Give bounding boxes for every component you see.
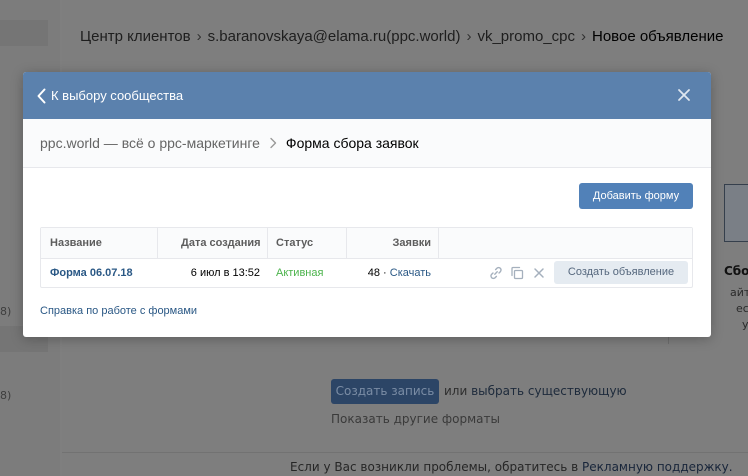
background-format-title: Сбор [724, 264, 748, 278]
column-divider [346, 228, 347, 258]
background-format-text: у [742, 318, 748, 331]
modal-header: К выбору сообщества [23, 72, 711, 119]
column-divider [267, 228, 268, 258]
create-post-button[interactable]: Создать запись [331, 379, 439, 404]
chevron-right-icon: › [581, 28, 586, 45]
form-status: Активная [276, 267, 324, 279]
background-choose-existing: или выбрать существующую [444, 384, 627, 398]
background-divider [62, 452, 748, 453]
background-sidebar-block [0, 20, 48, 46]
breadcrumb-item-account[interactable]: s.baranovskaya@elama.ru(ppc.world) [208, 28, 461, 45]
back-link-label: К выбору сообщества [51, 88, 184, 103]
or-text: или [444, 384, 468, 398]
ad-support-link[interactable]: Рекламную поддержку. [582, 460, 733, 474]
background-format-text: есны в [736, 302, 748, 315]
forms-table: Название Дата создания Статус Заявки Фор… [40, 227, 693, 288]
form-requests-cell: 48 · Скачать [368, 259, 431, 287]
back-to-community-link[interactable]: К выбору сообщества [35, 72, 183, 119]
table-row: Форма 06.07.18 6 июл в 13:52 Активная 48… [41, 259, 692, 287]
link-icon[interactable] [488, 265, 504, 281]
column-header-requests: Заявки [392, 237, 431, 249]
breadcrumb-item-clients[interactable]: Центр клиентов [80, 28, 191, 45]
footer-text: Если у Вас возникли проблемы, обратитесь… [290, 460, 579, 474]
forms-help-link[interactable]: Справка по работе с формами [40, 305, 197, 317]
chevron-left-icon [37, 88, 46, 103]
column-divider [438, 228, 439, 258]
breadcrumb-item-campaign[interactable]: vk_promo_cpc [477, 28, 575, 45]
chevron-right-icon [270, 137, 277, 149]
background-breadcrumb: Центр клиентов › s.baranovskaya@elama.ru(p… [80, 28, 723, 45]
breadcrumb-community[interactable]: ppc.world — всё о ppc-маркетинге [40, 135, 260, 151]
chevron-right-icon: › [466, 28, 472, 45]
chevron-right-icon: › [196, 28, 202, 45]
other-formats-link[interactable]: Показать другие форматы [331, 412, 500, 426]
breadcrumb-current: Новое объявление [592, 28, 724, 45]
column-divider [157, 228, 158, 258]
background-format-thumbnail [724, 184, 748, 242]
create-ad-button[interactable]: Создать объявление [554, 261, 688, 284]
column-header-status: Статус [276, 237, 314, 249]
add-form-button[interactable]: Добавить форму [579, 183, 693, 209]
background-sidebar-count: 8) [0, 389, 12, 402]
separator-dot: · [379, 267, 390, 279]
table-header: Название Дата создания Статус Заявки [41, 228, 692, 259]
choose-existing-link[interactable]: выбрать существующую [471, 384, 627, 398]
modal-breadcrumb: ppc.world — всё о ppc-маркетинге Форма с… [23, 119, 711, 168]
column-header-name: Название [50, 237, 102, 249]
background-sidebar-count: 8) [0, 305, 12, 318]
delete-icon[interactable] [531, 265, 547, 281]
breadcrumb-current-form: Форма сбора заявок [285, 135, 419, 151]
background-format-text: айте ко [730, 286, 748, 299]
lead-forms-modal: К выбору сообщества ppc.world — всё о pp… [23, 72, 711, 337]
copy-icon[interactable] [509, 265, 525, 281]
column-header-created: Дата создания [181, 237, 261, 249]
form-name-link[interactable]: Форма 06.07.18 [50, 259, 133, 287]
background-footer: Если у Вас возникли проблемы, обратитесь… [290, 460, 733, 474]
close-icon[interactable] [675, 86, 693, 104]
download-requests-link[interactable]: Скачать [390, 267, 431, 279]
form-requests-count: 48 [367, 267, 380, 279]
form-created-date: 6 июл в 13:52 [190, 267, 260, 279]
